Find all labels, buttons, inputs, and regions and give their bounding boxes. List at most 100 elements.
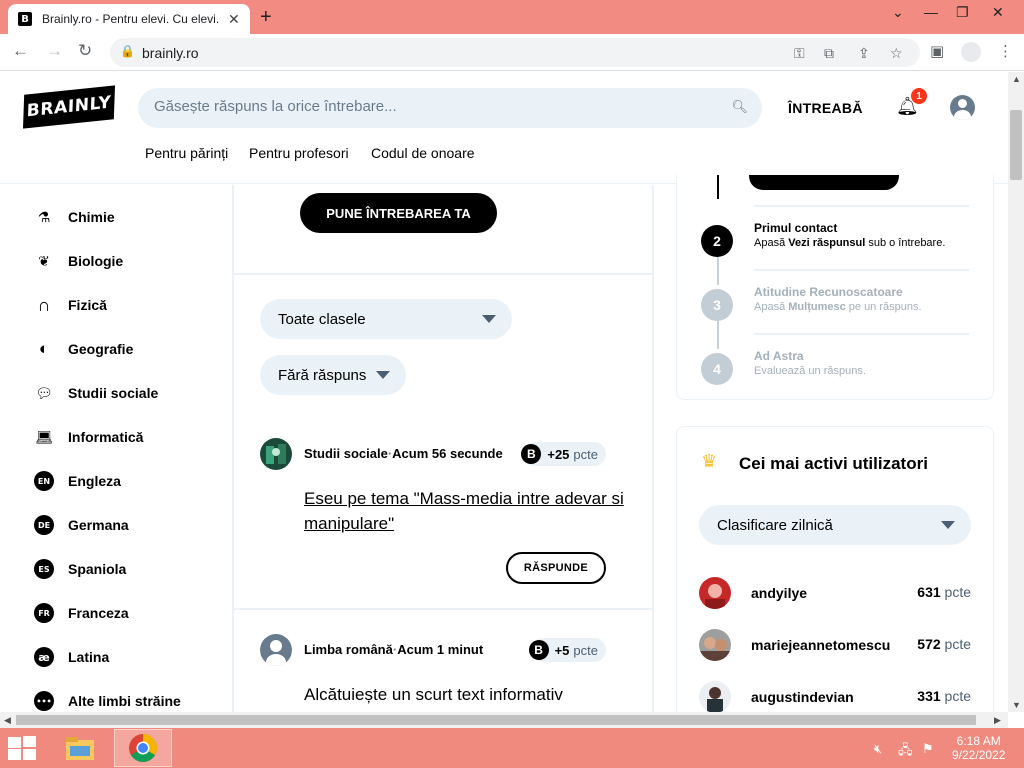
user-name-link[interactable]: mariejeannetomescu: [751, 637, 890, 653]
back-button[interactable]: ←: [12, 41, 29, 61]
user-name-link[interactable]: augustindevian: [751, 689, 854, 705]
menu-kebab-icon[interactable]: ⋮: [998, 42, 1013, 60]
vertical-scrollbar[interactable]: ▲ ▼: [1008, 72, 1024, 712]
sidebar-item-geografie[interactable]: ◐ Geografie: [34, 337, 134, 361]
user-avatar[interactable]: [699, 577, 731, 609]
chrome-taskbar-button[interactable]: [114, 729, 172, 767]
leaf-icon: ❦: [38, 252, 50, 269]
volume-muted-icon[interactable]: 🔇︎: [874, 741, 882, 757]
user-name-link[interactable]: andyilye: [751, 585, 807, 601]
question-time: Acum 1 minut: [397, 642, 484, 657]
browser-tab[interactable]: B Brainly.ro - Pentru elevi. Cu elevi. ✕: [8, 4, 250, 34]
globe-icon: ◐: [38, 339, 50, 358]
sidebar-item-spaniola[interactable]: ES Spaniola: [34, 557, 126, 581]
asker-avatar[interactable]: [260, 438, 292, 470]
answer-button[interactable]: RĂSPUNDE: [506, 552, 606, 584]
url-text[interactable]: brainly.ro: [142, 45, 199, 61]
horizontal-scrollbar[interactable]: ◀ ▶: [0, 712, 1008, 728]
sidebar-item-biologie[interactable]: ❦ Biologie: [34, 249, 123, 273]
brainly-logo[interactable]: BRAINLY: [22, 85, 116, 129]
ask-question-link[interactable]: ÎNTREABĂ: [788, 100, 863, 116]
points-value: +25: [547, 446, 570, 462]
file-explorer-icon[interactable]: [64, 734, 96, 762]
user-avatar[interactable]: [699, 681, 731, 712]
minimize-button[interactable]: —: [924, 4, 938, 20]
top-users-card: ♛ Cei mai activi utilizatori Clasificare…: [676, 426, 994, 712]
side-panel-icon[interactable]: ▣: [930, 42, 944, 60]
tab-title: Brainly.ro - Pentru elevi. Cu elevi.: [42, 12, 220, 26]
system-clock[interactable]: 6:18 AM 9/22/2022: [952, 734, 1005, 762]
user-points: 631 pcte: [917, 584, 971, 600]
link-teachers[interactable]: Pentru profesori: [249, 145, 349, 161]
step-separator: [754, 269, 969, 271]
sidebar-item-germana[interactable]: DE Germana: [34, 513, 129, 537]
network-icon[interactable]: 🖧: [898, 741, 913, 763]
sidebar-item-chimie[interactable]: ⚗ Chimie: [34, 205, 115, 229]
question-text-link[interactable]: Eseu pe tema "Mass-media intre adevar si…: [304, 486, 634, 536]
ask-question-button[interactable]: PUNE ÎNTREBAREA TA: [300, 193, 497, 233]
sidebar-item-label: Studii sociale: [68, 385, 159, 401]
leader-row[interactable]: andyilye 631 pcte: [699, 577, 971, 609]
scroll-down-arrow-icon[interactable]: ▼: [1012, 700, 1021, 710]
en-icon: EN: [34, 471, 54, 491]
action-center-icon[interactable]: ⚑: [922, 741, 934, 757]
search-icon[interactable]: 🔍︎: [731, 99, 748, 115]
restore-button[interactable]: ❐: [956, 4, 969, 21]
leader-row[interactable]: augustindevian 331 pcte: [699, 681, 971, 712]
points-unit: pcte: [573, 446, 598, 462]
new-tab-button[interactable]: +: [260, 6, 272, 29]
link-parents[interactable]: Pentru părinți: [145, 145, 228, 161]
asker-avatar[interactable]: [260, 634, 292, 666]
sidebar-item-engleza[interactable]: EN Engleza: [34, 469, 121, 493]
user-avatar[interactable]: [950, 95, 975, 120]
forward-button[interactable]: →: [46, 41, 63, 61]
sidebar-item-label: Biologie: [68, 253, 124, 269]
user-avatar[interactable]: [699, 629, 731, 661]
address-bar[interactable]: 🔒 brainly.ro ⚿ ⧉ ⇪ ☆: [110, 38, 920, 67]
fr-icon: FR: [34, 603, 54, 623]
search-box[interactable]: 🔍︎: [138, 88, 762, 128]
reload-button[interactable]: ↻: [78, 41, 92, 61]
sidebar-item-label: Alte limbi străine: [68, 693, 181, 709]
onboarding-top-button[interactable]: [749, 175, 899, 190]
leader-row[interactable]: mariejeannetomescu 572 pcte: [699, 629, 971, 661]
close-tab-icon[interactable]: ✕: [228, 11, 240, 28]
scroll-right-arrow-icon[interactable]: ▶: [994, 715, 1001, 726]
scroll-left-arrow-icon[interactable]: ◀: [4, 715, 11, 726]
browser-toolbar: ← → ↻ 🔒 brainly.ro ⚿ ⧉ ⇪ ☆ ▣ ⋮: [0, 34, 1024, 71]
chevron-down-icon: [482, 315, 496, 323]
sidebar-item-franceza[interactable]: FR Franceza: [34, 601, 129, 625]
sidebar-item-fizica[interactable]: ∩ Fizică: [34, 293, 107, 317]
link-honor-code[interactable]: Codul de onoare: [371, 145, 475, 161]
step-title: Atitudine Recunoscatoare: [754, 285, 903, 299]
lock-icon[interactable]: 🔒: [120, 44, 135, 58]
scrollbar-thumb[interactable]: [16, 715, 976, 725]
close-window-button[interactable]: ✕: [992, 4, 1004, 21]
subject-link[interactable]: Studii sociale: [304, 446, 388, 461]
subject-link[interactable]: Limba română: [304, 642, 393, 657]
share-icon[interactable]: ⇪: [858, 45, 870, 62]
sidebar-item-alte-limbi[interactable]: ••• Alte limbi străine: [34, 689, 181, 712]
class-filter-select[interactable]: Toate clasele: [260, 299, 512, 339]
tab-search-chevron-icon[interactable]: ⌄: [892, 4, 904, 21]
step-description: Evaluează un răspuns.: [754, 365, 866, 377]
sidebar-item-latina[interactable]: æ Latina: [34, 645, 109, 669]
profile-icon[interactable]: [961, 42, 981, 62]
step-separator: [754, 333, 969, 335]
ranking-period-select[interactable]: Clasificare zilnică: [699, 505, 971, 545]
sidebar-item-label: Spaniola: [68, 561, 127, 577]
bookmark-star-icon[interactable]: ☆: [890, 45, 903, 62]
crown-icon: ♛: [701, 451, 718, 471]
scrollbar-thumb[interactable]: [1010, 110, 1022, 180]
top-users-title: Cei mai activi utilizatori: [739, 454, 928, 473]
question-text-link[interactable]: Alcătuiește un scurt text informativ: [304, 682, 634, 707]
sidebar-item-studii-sociale[interactable]: 💬︎ Studii sociale: [34, 381, 158, 405]
translate-icon[interactable]: ⧉: [824, 45, 834, 62]
sidebar-item-informatica[interactable]: 💻︎ Informatică: [34, 425, 143, 449]
status-filter-select[interactable]: Fără răspuns: [260, 355, 406, 395]
key-icon[interactable]: ⚿: [794, 45, 805, 62]
windows-start-icon[interactable]: [8, 736, 38, 760]
search-input[interactable]: [154, 98, 714, 115]
scroll-up-arrow-icon[interactable]: ▲: [1012, 74, 1021, 84]
magnet-icon: ∩: [37, 294, 51, 315]
